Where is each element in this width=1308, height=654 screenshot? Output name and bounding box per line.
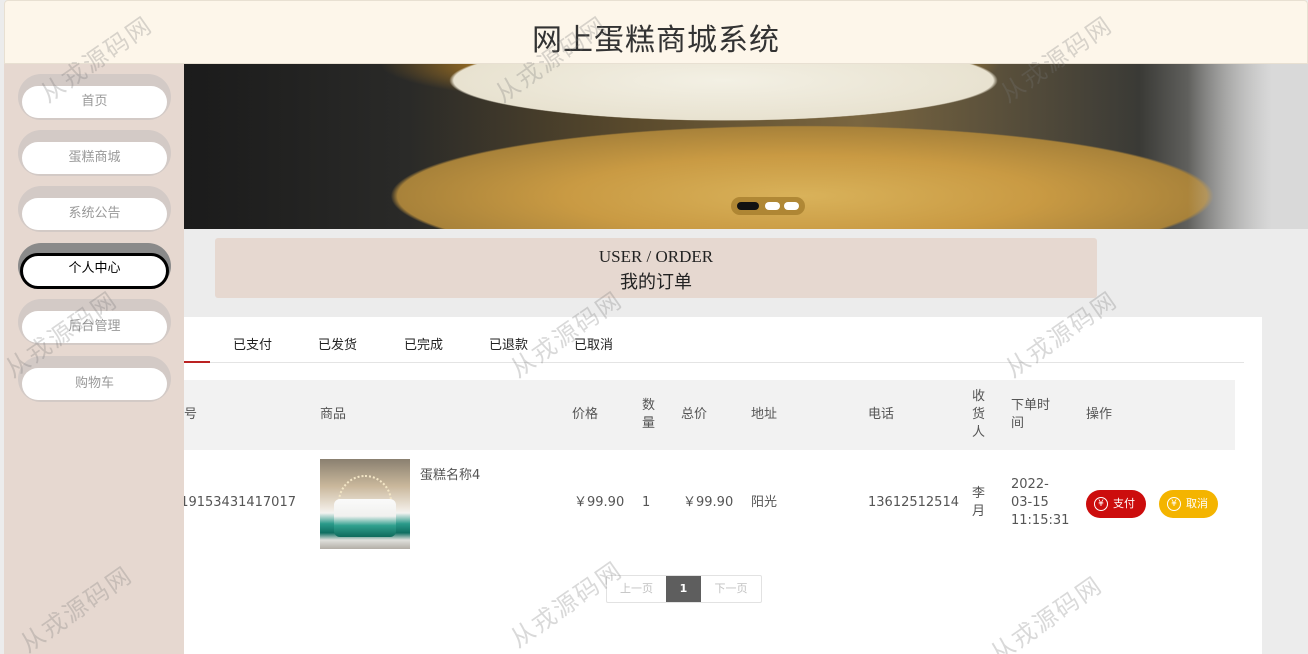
section-title-en: USER / ORDER: [598, 247, 714, 266]
cake-body: [334, 499, 396, 537]
pay-button-label: 支付: [1113, 497, 1135, 510]
orders-panel: 已支付 已发货 已完成 已退款 已取消 号 商品 价格 数量 总价 地址 电话 …: [184, 317, 1262, 654]
product-image[interactable]: [320, 459, 410, 549]
sidebar-nav: 首页 蛋糕商城 系统公告 个人中心 后台管理 购物车: [4, 64, 184, 654]
unit-price: ￥99.90: [574, 495, 625, 510]
sidebar-item-cake-shop[interactable]: 蛋糕商城: [18, 130, 171, 176]
sidebar-item-label: 个人中心: [20, 253, 169, 289]
banner-carousel[interactable]: [184, 64, 1308, 229]
total-price: ￥99.90: [683, 495, 734, 510]
app-title: 网上蛋糕商城系统: [532, 23, 780, 58]
col-actions: 操作: [1086, 407, 1113, 422]
pay-button[interactable]: ¥ 支付: [1086, 490, 1146, 518]
tab-cancelled[interactable]: 已取消: [574, 334, 613, 353]
carousel-indicators: [731, 197, 805, 215]
col-product: 商品: [320, 407, 347, 422]
order-time-clock: 11:15:31: [1011, 513, 1070, 528]
next-page-button[interactable]: 下一页: [701, 576, 761, 602]
carousel-dot-3[interactable]: [784, 202, 799, 210]
tab-active-indicator: [184, 361, 210, 363]
tab-shipped[interactable]: 已发货: [318, 334, 357, 353]
sidebar-item-label: 后台管理: [22, 311, 167, 343]
col-order-no: 号: [184, 407, 198, 422]
phone: 13612512514: [868, 495, 959, 510]
sidebar-item-label: 首页: [22, 86, 167, 118]
col-order-time: 下单时间: [1011, 398, 1051, 431]
cancel-button-label: 取消: [1186, 497, 1208, 510]
receiver: 李月: [972, 486, 986, 519]
product-name[interactable]: 蛋糕名称4: [420, 467, 480, 485]
sidebar-item-cart[interactable]: 购物车: [18, 356, 171, 402]
sidebar-item-label: 蛋糕商城: [22, 142, 167, 174]
quantity: 1: [642, 495, 651, 510]
sidebar-item-label: 购物车: [22, 368, 167, 400]
section-heading: USER / ORDER 我的订单: [215, 238, 1097, 298]
sidebar-item-announcements[interactable]: 系统公告: [18, 186, 171, 232]
col-qty: 数量: [642, 398, 656, 431]
sidebar-item-admin[interactable]: 后台管理: [18, 299, 171, 345]
address: 阳光: [751, 495, 778, 510]
col-phone: 电话: [868, 407, 895, 422]
carousel-dot-2[interactable]: [765, 202, 780, 210]
banner-shade: [1188, 64, 1308, 229]
section-title-cn: 我的订单: [620, 272, 692, 292]
col-address: 地址: [751, 407, 778, 422]
orders-table-header: 号 商品 价格 数量 总价 地址 电话 收货人 下单时间 操作: [184, 380, 1235, 450]
app-header: 网上蛋糕商城系统: [4, 0, 1308, 64]
col-price: 价格: [572, 407, 599, 422]
sidebar-item-home[interactable]: 首页: [18, 74, 171, 120]
col-total: 总价: [681, 407, 708, 422]
tab-refunded[interactable]: 已退款: [489, 334, 528, 353]
order-status-tabs: 已支付 已发货 已完成 已退款 已取消: [184, 317, 1244, 363]
page-number-current[interactable]: 1: [666, 576, 701, 602]
yen-icon: ¥: [1167, 497, 1181, 511]
sidebar-item-label: 系统公告: [22, 198, 167, 230]
carousel-dot-1[interactable]: [737, 202, 759, 210]
tab-paid[interactable]: 已支付: [233, 334, 272, 353]
sidebar-item-personal-center[interactable]: 个人中心: [18, 243, 171, 289]
col-receiver: 收货人: [972, 389, 986, 440]
pagination: 上一页 1 下一页: [606, 575, 762, 603]
prev-page-button[interactable]: 上一页: [607, 576, 666, 602]
yen-icon: ¥: [1094, 497, 1108, 511]
order-time-date: 2022-03-15: [1011, 477, 1049, 510]
cancel-order-button[interactable]: ¥ 取消: [1159, 490, 1218, 518]
table-row: 1519153431417017 蛋糕名称4 ￥99.90 1 ￥99.90 阳…: [184, 450, 1235, 555]
order-number: 1519153431417017: [184, 495, 296, 510]
tab-completed[interactable]: 已完成: [404, 334, 443, 353]
